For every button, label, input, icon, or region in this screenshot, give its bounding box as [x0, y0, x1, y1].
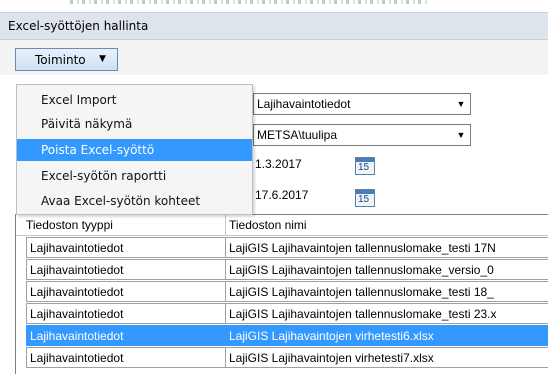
file-type-combo[interactable]: Lajihavaintotiedot ▼ — [253, 93, 471, 115]
cell-file-name: LajiGIS Lajihavaintojen tallennuslomake_… — [225, 259, 548, 280]
window-title-bar: Excel-syöttöjen hallinta — [0, 12, 548, 40]
cell-file-type: Lajihavaintotiedot — [26, 259, 226, 280]
toolbar: Toiminto ▼ — [0, 40, 548, 75]
menu-item-excel-import[interactable]: Excel Import — [17, 89, 252, 111]
user-value: METSA\tuulipa — [257, 128, 338, 142]
column-header-file-name[interactable]: Tiedoston nimi — [225, 215, 548, 235]
table-header: Tiedoston tyyppi Tiedoston nimi — [16, 215, 548, 236]
cell-file-type: Lajihavaintotiedot — [26, 347, 226, 368]
menu-item-open-excel-input-targets[interactable]: Avaa Excel-syötön kohteet — [17, 190, 252, 212]
table-row[interactable]: Lajihavaintotiedot LajiGIS Lajihavaintoj… — [16, 303, 548, 325]
cell-file-type: Lajihavaintotiedot — [26, 281, 226, 302]
table-row[interactable]: Lajihavaintotiedot LajiGIS Lajihavaintoj… — [16, 347, 548, 369]
files-table: Tiedoston tyyppi Tiedoston nimi Lajihava… — [15, 214, 548, 374]
background-window-strip — [0, 0, 548, 12]
cell-file-type: Lajihavaintotiedot — [26, 303, 226, 324]
file-type-value: Lajihavaintotiedot — [257, 97, 351, 111]
actions-dropdown-button[interactable]: Toiminto ▼ — [15, 48, 118, 71]
end-date-field[interactable]: 17.6.2017 — [253, 184, 353, 206]
calendar-icon[interactable]: 15 — [355, 157, 375, 175]
calendar-icon[interactable]: 15 — [355, 189, 375, 207]
table-row[interactable]: Lajihavaintotiedot LajiGIS Lajihavaintoj… — [16, 281, 548, 303]
cell-file-type: Lajihavaintotiedot — [26, 237, 226, 258]
menu-item-refresh-view[interactable]: Päivitä näkymä — [17, 113, 252, 135]
cell-file-name: LajiGIS Lajihavaintojen virhetesti6.xlsx — [225, 325, 548, 346]
table-row[interactable]: Lajihavaintotiedot LajiGIS Lajihavaintoj… — [16, 259, 548, 281]
start-date-value: 1.3.2017 — [255, 157, 302, 171]
cell-file-name: LajiGIS Lajihavaintojen tallennuslomake_… — [225, 237, 548, 258]
table-row-selected[interactable]: Lajihavaintotiedot LajiGIS Lajihavaintoj… — [16, 325, 548, 347]
menu-item-excel-input-report[interactable]: Excel-syötön raportti — [17, 165, 252, 187]
menu-item-delete-excel-input[interactable]: Poista Excel-syöttö — [17, 139, 252, 161]
cell-file-name: LajiGIS Lajihavaintojen virhetesti7.xlsx — [225, 347, 548, 368]
start-date-field[interactable]: 1.3.2017 — [253, 153, 353, 175]
chevron-down-icon: ▼ — [99, 54, 106, 64]
cell-file-name: LajiGIS Lajihavaintojen tallennuslomake_… — [225, 303, 548, 324]
chevron-down-icon[interactable]: ▼ — [454, 127, 468, 143]
column-header-file-type[interactable]: Tiedoston tyyppi — [16, 218, 225, 232]
window-title: Excel-syöttöjen hallinta — [8, 19, 149, 33]
end-date-value: 17.6.2017 — [255, 188, 309, 202]
chevron-down-icon[interactable]: ▼ — [454, 96, 468, 112]
actions-label: Toiminto — [35, 53, 86, 67]
cell-file-name: LajiGIS Lajihavaintojen tallennuslomake_… — [225, 281, 548, 302]
table-row[interactable]: Lajihavaintotiedot LajiGIS Lajihavaintoj… — [16, 237, 548, 259]
actions-menu: Excel Import Päivitä näkymä Poista Excel… — [16, 84, 253, 215]
user-combo[interactable]: METSA\tuulipa ▼ — [253, 124, 471, 146]
cell-file-type: Lajihavaintotiedot — [26, 325, 226, 346]
